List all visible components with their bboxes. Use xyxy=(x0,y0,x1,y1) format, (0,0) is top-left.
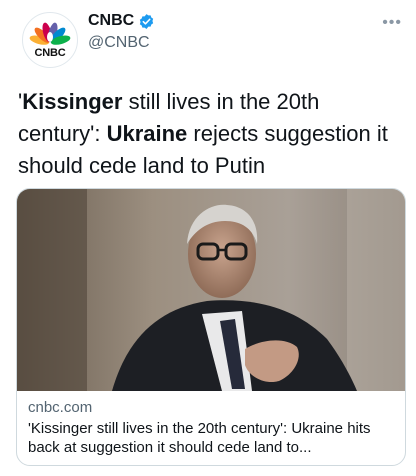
card-title[interactable]: 'Kissinger still lives in the 20th centu… xyxy=(28,419,398,457)
display-name-row[interactable]: CNBC xyxy=(88,12,155,30)
tweet-bold-segment: Ukraine xyxy=(106,121,188,146)
tweet-bold-segment: Kissinger xyxy=(22,89,123,114)
tweet-header: CNBC CNBC @CNBC ••• xyxy=(18,8,402,68)
link-card[interactable]: cnbc.com 'Kissinger still lives in the 2… xyxy=(16,188,406,466)
card-domain[interactable]: cnbc.com xyxy=(28,399,398,416)
more-options-icon[interactable]: ••• xyxy=(382,14,402,32)
verified-badge-icon xyxy=(140,13,154,29)
account-names: CNBC @CNBC xyxy=(88,12,155,52)
account-handle[interactable]: @CNBC xyxy=(88,34,155,52)
display-name[interactable]: CNBC xyxy=(88,12,134,30)
avatar[interactable]: CNBC xyxy=(22,12,78,68)
link-card-meta: cnbc.com 'Kissinger still lives in the 2… xyxy=(28,399,398,457)
avatar-logo-text: CNBC xyxy=(34,47,66,59)
tweet-text: 'Kissinger still lives in the 20th centu… xyxy=(18,86,398,182)
article-photo xyxy=(17,189,405,391)
